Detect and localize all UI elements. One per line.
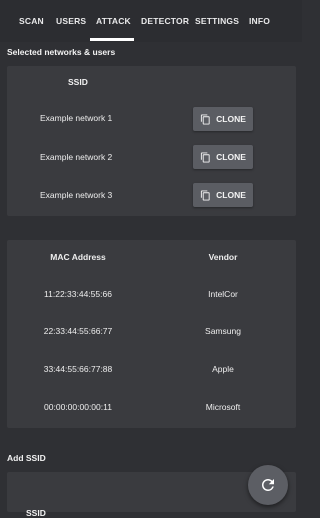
mac-column-header: MAC Address xyxy=(50,252,106,262)
vendor-name: IntelCor xyxy=(208,289,238,299)
network-name: Example network 3 xyxy=(40,190,113,200)
mac-address: 00:00:00:00:00:11 xyxy=(44,402,112,412)
tab-users[interactable]: USERS xyxy=(56,16,86,26)
tab-detector[interactable]: DETECTOR xyxy=(141,16,189,26)
network-name: Example network 1 xyxy=(40,113,113,123)
active-tab-indicator xyxy=(90,38,134,41)
tab-attack[interactable]: ATTACK xyxy=(96,16,131,26)
network-name: Example network 2 xyxy=(40,152,113,162)
section-title-add-ssid: Add SSID xyxy=(7,453,46,463)
refresh-button[interactable] xyxy=(248,465,288,505)
tab-bar: SCAN USERS ATTACK DETECTOR SETTINGS INFO xyxy=(0,0,302,42)
selected-networks-card: SSID Example network 1 CLONE Example net… xyxy=(7,66,296,216)
clone-label: CLONE xyxy=(216,190,246,200)
clone-button[interactable]: CLONE xyxy=(193,183,253,207)
mac-address: 11:22:33:44:55:66 xyxy=(44,289,112,299)
add-ssid-partial-label: SSID xyxy=(26,508,46,518)
section-title-selected: Selected networks & users xyxy=(7,47,116,57)
mac-table-card: MAC Address Vendor 11:22:33:44:55:66 Int… xyxy=(7,240,296,428)
refresh-icon xyxy=(262,479,274,491)
vendor-column-header: Vendor xyxy=(208,252,238,262)
clone-label: CLONE xyxy=(216,114,246,124)
mac-address: 22:33:44:55:66:77 xyxy=(43,326,113,336)
copy-icon xyxy=(201,151,210,163)
tab-info[interactable]: INFO xyxy=(249,16,270,26)
ssid-column-header: SSID xyxy=(68,77,88,87)
copy-icon xyxy=(201,113,210,125)
clone-label: CLONE xyxy=(216,152,246,162)
vendor-name: Apple xyxy=(212,364,234,374)
tab-settings[interactable]: SETTINGS xyxy=(195,16,239,26)
clone-button[interactable]: CLONE xyxy=(193,145,253,169)
tab-scan[interactable]: SCAN xyxy=(19,16,44,26)
mac-address: 33:44:55:66:77:88 xyxy=(43,364,113,374)
vendor-name: Samsung xyxy=(205,326,241,336)
clone-button[interactable]: CLONE xyxy=(193,107,253,131)
vendor-name: Microsoft xyxy=(205,402,241,412)
copy-icon xyxy=(201,189,210,201)
